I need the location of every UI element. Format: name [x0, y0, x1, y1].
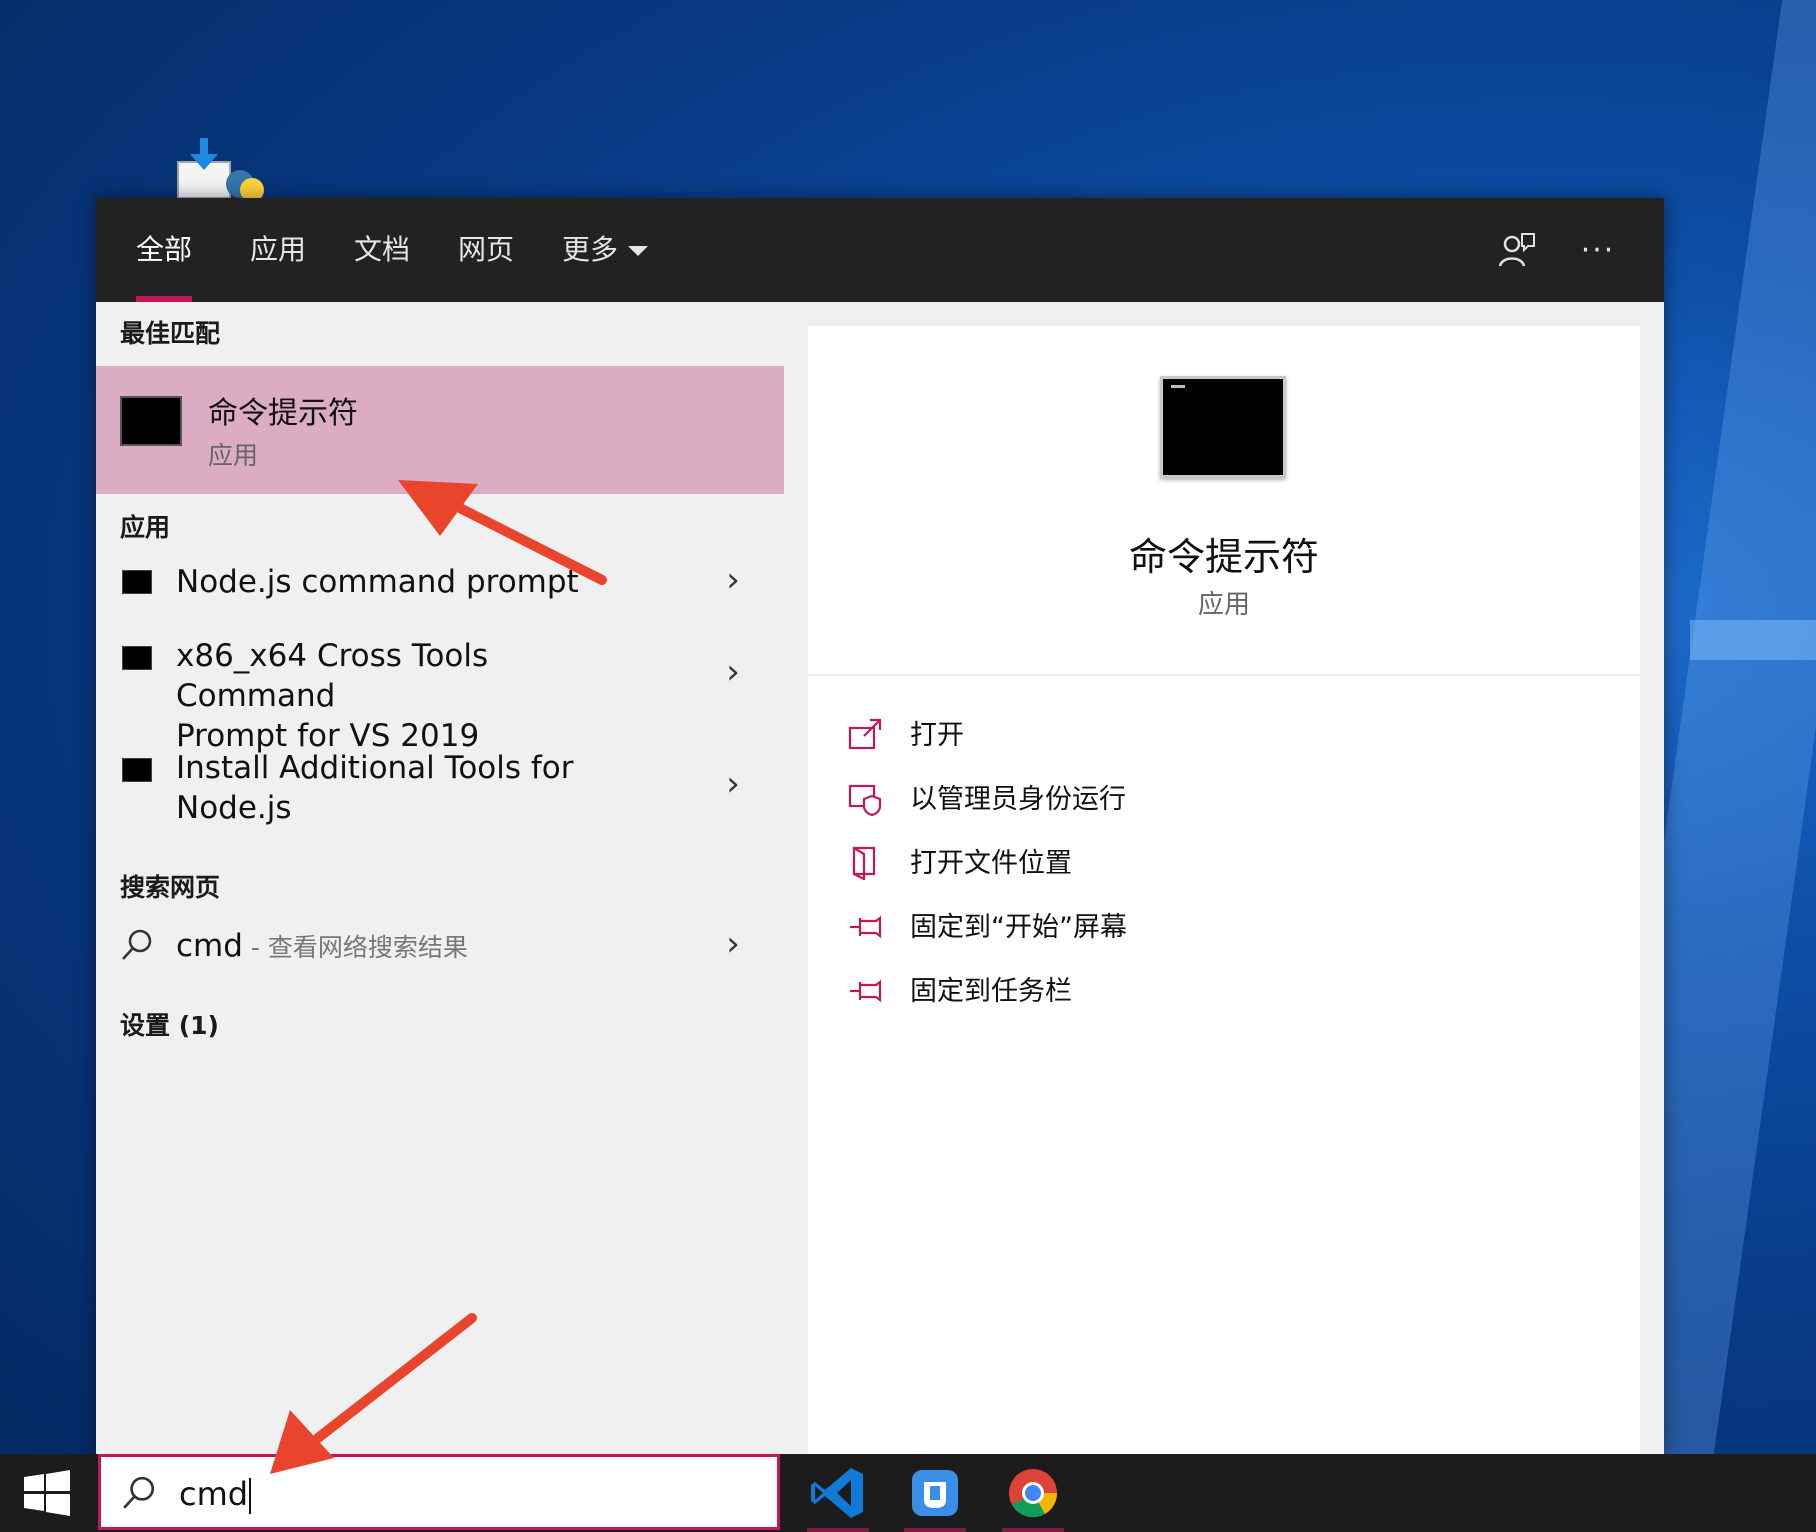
- best-match-type: 应用: [208, 441, 259, 470]
- taskbar-vscode[interactable]: [805, 1460, 871, 1532]
- best-match-item[interactable]: 命令提示符 应用: [96, 366, 784, 494]
- tab-web[interactable]: 网页: [458, 198, 514, 302]
- action-pin-to-taskbar-label: 固定到任务栏: [910, 976, 1072, 1007]
- action-open-file-location-label: 打开文件位置: [910, 848, 1072, 879]
- search-web-heading: 搜索网页: [120, 873, 221, 902]
- app-item-nodejs-prompt[interactable]: Node.js command prompt ›: [96, 556, 784, 614]
- file-location-icon: [852, 846, 876, 880]
- tab-apps-label: 应用: [250, 233, 307, 266]
- action-open[interactable]: 打开: [848, 714, 1348, 758]
- tab-documents[interactable]: 文档: [354, 198, 410, 302]
- tab-more[interactable]: 更多: [562, 198, 649, 302]
- running-indicator: [807, 1528, 869, 1532]
- action-run-as-admin[interactable]: 以管理员身份运行: [848, 778, 1348, 822]
- action-pin-to-start-label: 固定到“开始”屏幕: [910, 912, 1127, 943]
- chrome-icon: [1009, 1469, 1058, 1518]
- pin-icon: [850, 979, 882, 1003]
- action-run-as-admin-label: 以管理员身份运行: [910, 784, 1126, 815]
- app-item-label-line2: Node.js: [176, 790, 292, 826]
- web-search-item[interactable]: cmd - 查看网络搜索结果 ›: [96, 914, 784, 974]
- settings-heading[interactable]: 设置 (1): [120, 1006, 219, 1042]
- chevron-right-icon[interactable]: ›: [718, 560, 748, 600]
- web-search-hint: - 查看网络搜索结果: [242, 933, 468, 962]
- chevron-right-icon[interactable]: ›: [718, 764, 748, 804]
- search-icon: [123, 1476, 155, 1509]
- running-indicator: [1002, 1528, 1064, 1532]
- action-pin-to-start[interactable]: 固定到“开始”屏幕: [848, 906, 1348, 950]
- action-open-file-location[interactable]: 打开文件位置: [848, 842, 1348, 886]
- action-open-label: 打开: [910, 720, 964, 751]
- app-item-label: Install Additional Tools for: [176, 750, 574, 786]
- detail-pane: 命令提示符 应用 打开 以管理员身份运行 打开文件位置 固定到“开始”屏幕 固定…: [808, 326, 1640, 1454]
- web-search-query: cmd: [176, 928, 243, 964]
- python-installer-icon[interactable]: [176, 138, 272, 200]
- taskbar-search-box[interactable]: cmd: [98, 1454, 780, 1530]
- open-icon: [848, 718, 882, 750]
- tab-more-label: 更多: [562, 233, 619, 266]
- taskbar-app-blue[interactable]: [902, 1460, 968, 1532]
- search-icon: [122, 929, 152, 960]
- feedback-icon[interactable]: [1490, 224, 1542, 276]
- tab-all[interactable]: 全部: [136, 198, 193, 302]
- feedback-person-icon: [1498, 233, 1535, 267]
- text-cursor: [249, 1478, 252, 1514]
- app-item-label: Node.js command prompt: [176, 564, 579, 600]
- results-list: 最佳匹配 命令提示符 应用 应用 Node.js command prompt …: [96, 302, 784, 1454]
- terminal-icon: [122, 570, 152, 594]
- taskbar: cmd: [0, 1454, 1816, 1532]
- detail-app-type: 应用: [1197, 590, 1250, 620]
- apps-heading: 应用: [120, 513, 171, 542]
- app-item-label: x86_x64 Cross Tools Command: [176, 638, 489, 714]
- taskbar-chrome[interactable]: [1000, 1460, 1066, 1532]
- chevron-right-icon[interactable]: ›: [718, 652, 748, 692]
- best-match-name: 命令提示符: [208, 396, 358, 431]
- search-input-value: cmd: [179, 1475, 249, 1513]
- tab-apps[interactable]: 应用: [250, 198, 306, 302]
- action-pin-to-taskbar[interactable]: 固定到任务栏: [848, 970, 1348, 1014]
- chevron-right-icon[interactable]: ›: [718, 924, 748, 964]
- detail-app-name: 命令提示符: [1128, 535, 1319, 579]
- command-prompt-large-icon: [1160, 376, 1286, 478]
- search-panel: 全部 应用 文档 网页 更多 ··· 最佳匹配 命令提示符 应用 应用 Node…: [96, 198, 1664, 1454]
- vscode-icon: [811, 1468, 863, 1518]
- search-tabs-bar: 全部 应用 文档 网页 更多 ···: [96, 198, 1664, 302]
- app-item-install-tools[interactable]: Install Additional Tools for Node.js ›: [96, 742, 784, 830]
- windows-start-icon[interactable]: [24, 1470, 72, 1516]
- detail-divider: [808, 674, 1640, 676]
- app-item-vs-cross-tools[interactable]: x86_x64 Cross Tools Command Prompt for V…: [96, 630, 784, 754]
- terminal-icon: [122, 646, 152, 670]
- wallpaper-window-pane: [1690, 620, 1816, 660]
- pin-icon: [850, 915, 882, 939]
- search-input[interactable]: cmd: [179, 1473, 252, 1515]
- admin-shield-icon: [848, 784, 882, 816]
- chevron-down-icon: [628, 246, 649, 256]
- tab-documents-label: 文档: [354, 233, 411, 266]
- tab-web-label: 网页: [458, 233, 515, 266]
- terminal-icon: [122, 758, 152, 782]
- cup-app-icon: [912, 1470, 958, 1516]
- running-indicator: [904, 1528, 966, 1532]
- best-match-heading: 最佳匹配: [120, 319, 221, 348]
- tab-all-label: 全部: [136, 233, 193, 266]
- more-options-icon[interactable]: ···: [1572, 224, 1624, 276]
- command-prompt-icon: [120, 396, 182, 446]
